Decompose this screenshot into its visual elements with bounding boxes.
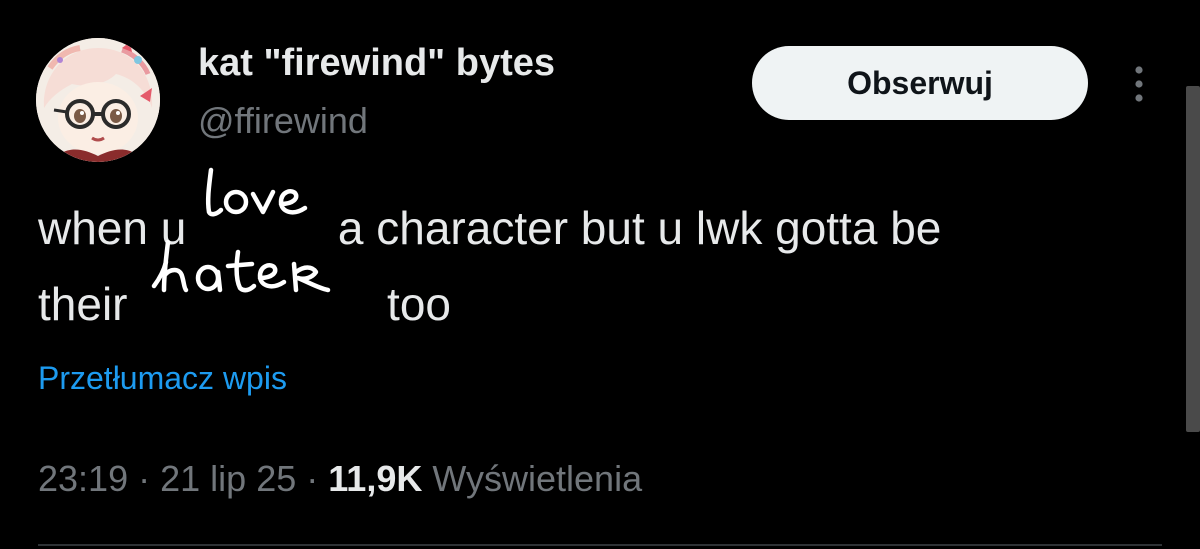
tweet-text-line: their hater too bbox=[38, 239, 1158, 342]
tweet-date[interactable]: 21 lip 25 bbox=[160, 458, 296, 499]
avatar[interactable] bbox=[36, 38, 160, 162]
meta-separator: · bbox=[138, 458, 151, 499]
tweet-text-segment: their bbox=[38, 278, 141, 330]
tweet-text: when u love a character but u lwk gotta … bbox=[38, 167, 1158, 342]
more-vertical-icon[interactable] bbox=[1124, 62, 1154, 106]
tweet-text-segment: a character but u lwk gotta be bbox=[325, 202, 942, 254]
avatar-image bbox=[36, 38, 160, 162]
tweet-meta: 23:19 · 21 lip 25 · 11,9K Wyświetlenia bbox=[38, 458, 642, 500]
handwritten-word-hater: hater bbox=[146, 239, 346, 320]
scrollbar[interactable] bbox=[1186, 86, 1200, 432]
translate-post-link[interactable]: Przetłumacz wpis bbox=[38, 360, 287, 397]
views-count: 11,9K bbox=[328, 458, 423, 499]
tweet: kat "firewind" bytes @ffirewind Obserwuj… bbox=[0, 0, 1200, 549]
tweet-text-segment: too bbox=[374, 278, 451, 330]
views-label: Wyświetlenia bbox=[432, 458, 643, 499]
meta-separator: · bbox=[306, 458, 319, 499]
divider bbox=[38, 544, 1162, 546]
author-display-name[interactable]: kat "firewind" bytes bbox=[198, 42, 555, 85]
tweet-time[interactable]: 23:19 bbox=[38, 458, 128, 499]
follow-button-label: Obserwuj bbox=[847, 64, 993, 101]
author-handle[interactable]: @ffirewind bbox=[198, 100, 368, 142]
follow-button[interactable]: Obserwuj bbox=[752, 46, 1088, 120]
